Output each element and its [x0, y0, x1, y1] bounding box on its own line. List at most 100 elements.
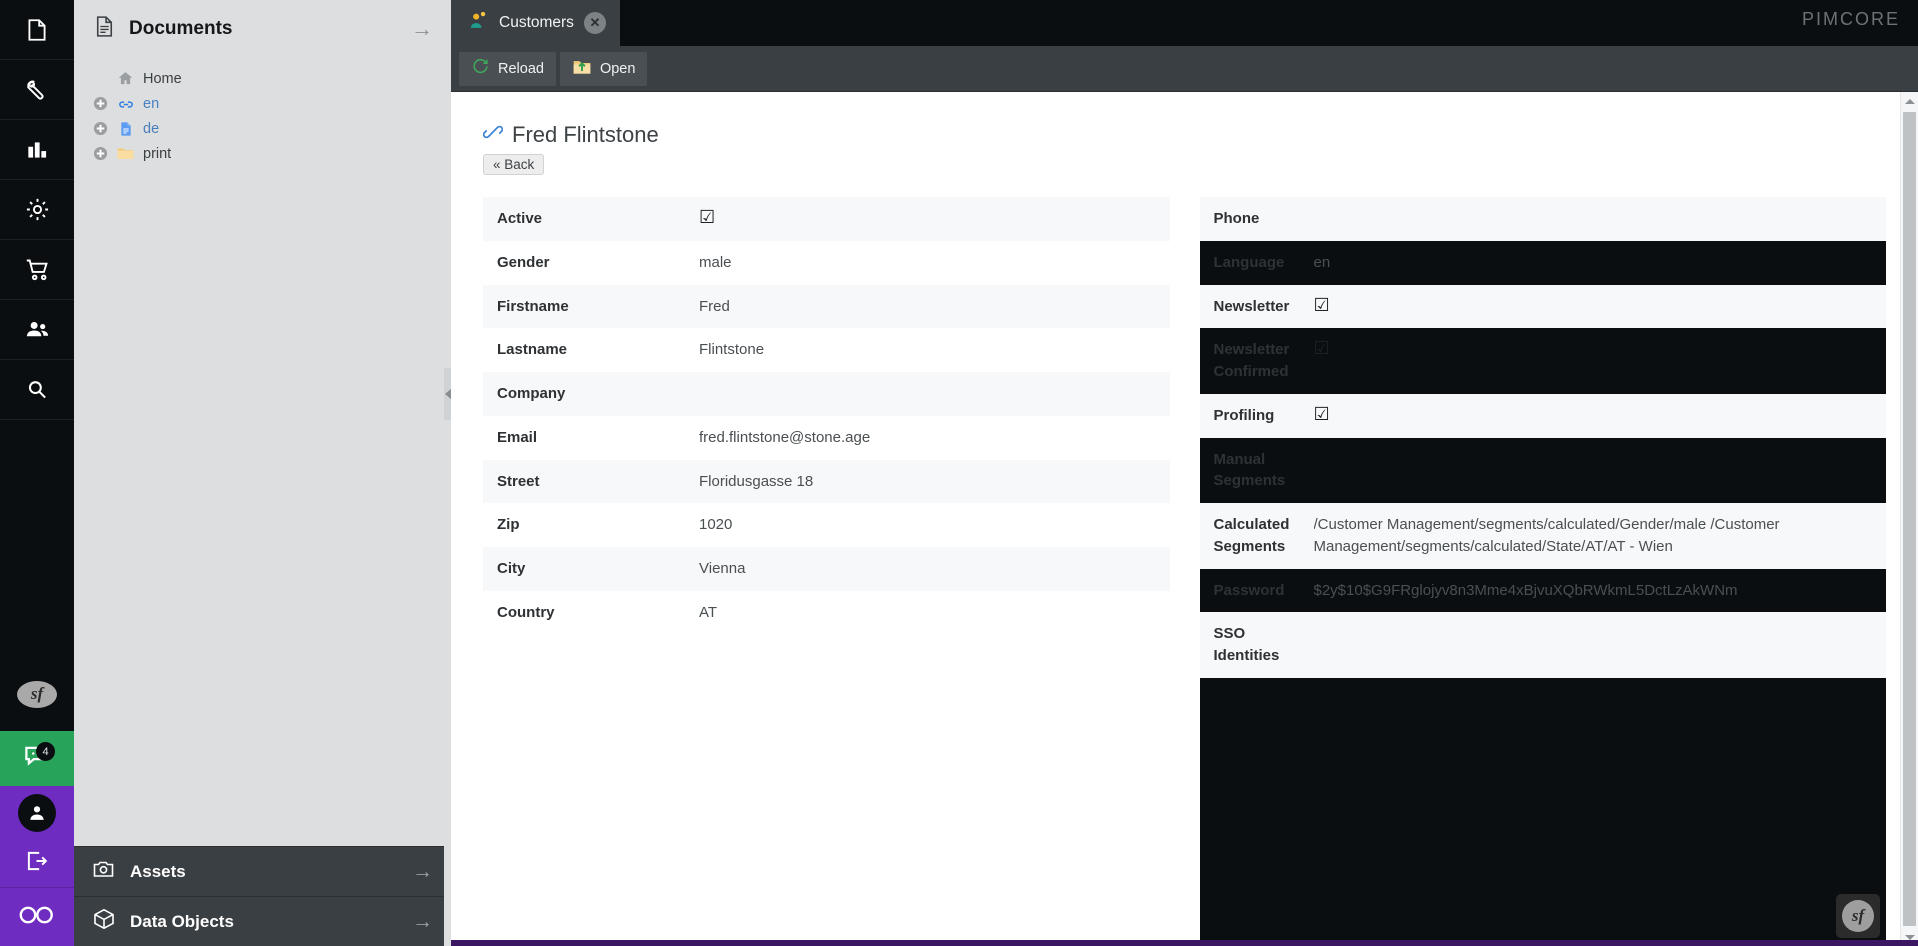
- tree-item-home[interactable]: Home: [92, 66, 451, 91]
- row-key: Language: [1213, 253, 1285, 271]
- sidebar-item-assets[interactable]: Assets →: [74, 846, 451, 896]
- row-value: male: [699, 253, 732, 271]
- close-icon[interactable]: ✕: [583, 12, 606, 34]
- open-button[interactable]: Open: [559, 51, 648, 86]
- row-value: Flintstone: [699, 341, 765, 359]
- row-key: Calculated Segments: [1213, 516, 1290, 555]
- scrollbar-thumb[interactable]: [1903, 112, 1916, 926]
- rail-item-tools[interactable]: [0, 60, 74, 120]
- bottom-strip: [451, 940, 1918, 946]
- tree-item-en[interactable]: en: [92, 91, 451, 116]
- row-key: Firstname: [497, 297, 569, 315]
- table-row: Email fred.flintstone@stone.age: [483, 416, 1170, 460]
- detail-tables: Active ☑ Gender male Firstname Fred Last…: [469, 175, 1900, 946]
- documents-panel-header[interactable]: Documents →: [74, 0, 451, 58]
- scroll-up-button[interactable]: [1901, 92, 1918, 110]
- back-button[interactable]: « Back: [483, 154, 545, 175]
- gear-icon: [24, 196, 51, 223]
- reload-button[interactable]: Reload: [459, 51, 556, 86]
- tab-customers[interactable]: Customers ✕: [451, 0, 620, 46]
- symfony-icon: sf: [17, 680, 57, 708]
- symfony-icon: sf: [1842, 900, 1874, 932]
- row-key: Active: [497, 210, 543, 227]
- tree-item-de[interactable]: de: [92, 116, 451, 141]
- users-icon: [24, 316, 51, 343]
- row-value: en: [1313, 253, 1331, 271]
- table-row: Gender male: [483, 241, 1170, 285]
- panel-title: Documents: [129, 18, 233, 39]
- documents-tree: Home en de print: [74, 58, 451, 846]
- row-key: Manual Segments: [1213, 450, 1286, 490]
- triangle-up-icon: [1905, 98, 1915, 104]
- row-value: ☑: [1314, 405, 1873, 427]
- page-icon: [116, 119, 135, 138]
- row-key: Email: [497, 428, 538, 446]
- row-key: Zip: [497, 516, 520, 534]
- sidebar-item-data-objects[interactable]: Data Objects →: [74, 896, 451, 946]
- row-value: fred.flintstone@stone.age: [699, 428, 871, 446]
- table-row: Zip 1020: [483, 503, 1170, 547]
- reload-icon: [471, 57, 490, 80]
- symfony-toolbar-button[interactable]: sf: [1836, 894, 1880, 938]
- row-value: ☑: [1314, 339, 1873, 361]
- chat-unread-badge: 4: [36, 742, 55, 761]
- tab-label: Customers: [499, 14, 574, 31]
- file-icon: [24, 17, 50, 43]
- vertical-scrollbar[interactable]: [1900, 92, 1918, 946]
- object-name: Fred Flintstone: [512, 122, 659, 147]
- folder-open-icon: [572, 57, 592, 81]
- pimcore-logo: PIMCORE: [1801, 9, 1900, 29]
- customer-icon: [467, 10, 489, 37]
- folder-icon: [116, 144, 135, 163]
- row-key: Gender: [497, 253, 550, 271]
- rail-item-chat[interactable]: 4: [0, 731, 74, 786]
- row-value: 1020: [699, 516, 733, 534]
- tree-expander-icon[interactable]: [92, 121, 108, 137]
- tree-item-label: en: [143, 95, 160, 112]
- rail-item-logout[interactable]: [0, 840, 74, 888]
- row-key: Country: [497, 603, 555, 621]
- object-toolbar: Reload Open: [451, 46, 1918, 92]
- rail-item-ecommerce[interactable]: [0, 240, 74, 300]
- table-row: Newsletter ☑: [1199, 284, 1886, 329]
- rail-item-infinity[interactable]: [0, 888, 74, 946]
- bar-chart-icon: [24, 137, 50, 163]
- rail-item-search[interactable]: [0, 360, 74, 420]
- tree-item-print[interactable]: print: [92, 141, 451, 166]
- checkbox-checked-icon[interactable]: ☑: [1314, 339, 1330, 358]
- row-key: Street: [497, 472, 540, 490]
- home-icon: [116, 69, 135, 88]
- arrow-right-icon[interactable]: →: [411, 18, 433, 40]
- row-value: $2y$10$G9FRglojyv8n3Mme4xBjvuXQbRWkmL5Dc…: [1313, 581, 1738, 599]
- rail-item-user[interactable]: [0, 786, 74, 840]
- checkbox-checked-icon[interactable]: ☑: [1314, 296, 1330, 315]
- logout-icon: [24, 848, 50, 879]
- tree-expander-placeholder: [92, 71, 108, 87]
- rail-item-documents[interactable]: [0, 0, 74, 60]
- table-row: Calculated Segments /Customer Management…: [1199, 503, 1886, 569]
- rail-symfony-profiler[interactable]: sf: [0, 657, 74, 731]
- checkbox-checked-icon[interactable]: ☑: [699, 208, 715, 227]
- row-key: Profiling: [1213, 406, 1275, 424]
- table-row: Lastname Flintstone: [483, 328, 1170, 372]
- row-value: ☑: [1314, 296, 1873, 318]
- row-key: Lastname: [497, 341, 568, 359]
- checkbox-checked-icon[interactable]: ☑: [1314, 405, 1330, 424]
- rail-item-customers[interactable]: [0, 300, 74, 360]
- table-row: Language en: [1200, 241, 1887, 285]
- tree-expander-icon[interactable]: [92, 96, 108, 112]
- page-title: Fred Flintstone: [482, 122, 1886, 148]
- table-row: Firstname Fred: [483, 284, 1170, 329]
- row-value: /Customer Management/segments/calculated…: [1313, 516, 1780, 555]
- row-value: ☑: [699, 208, 1156, 230]
- object-panel: Fred Flintstone « Back Active ☑ Gender m…: [469, 92, 1900, 946]
- arrow-right-icon[interactable]: →: [412, 861, 433, 882]
- arrow-right-icon[interactable]: →: [412, 911, 433, 932]
- cube-icon: [92, 907, 116, 936]
- detail-table-left: Active ☑ Gender male Firstname Fred Last…: [483, 197, 1170, 946]
- tree-expander-icon[interactable]: [92, 146, 108, 162]
- cart-icon: [24, 256, 51, 283]
- rail-item-settings[interactable]: [0, 180, 74, 240]
- camera-icon: [92, 857, 116, 886]
- rail-item-reports[interactable]: [0, 120, 74, 180]
